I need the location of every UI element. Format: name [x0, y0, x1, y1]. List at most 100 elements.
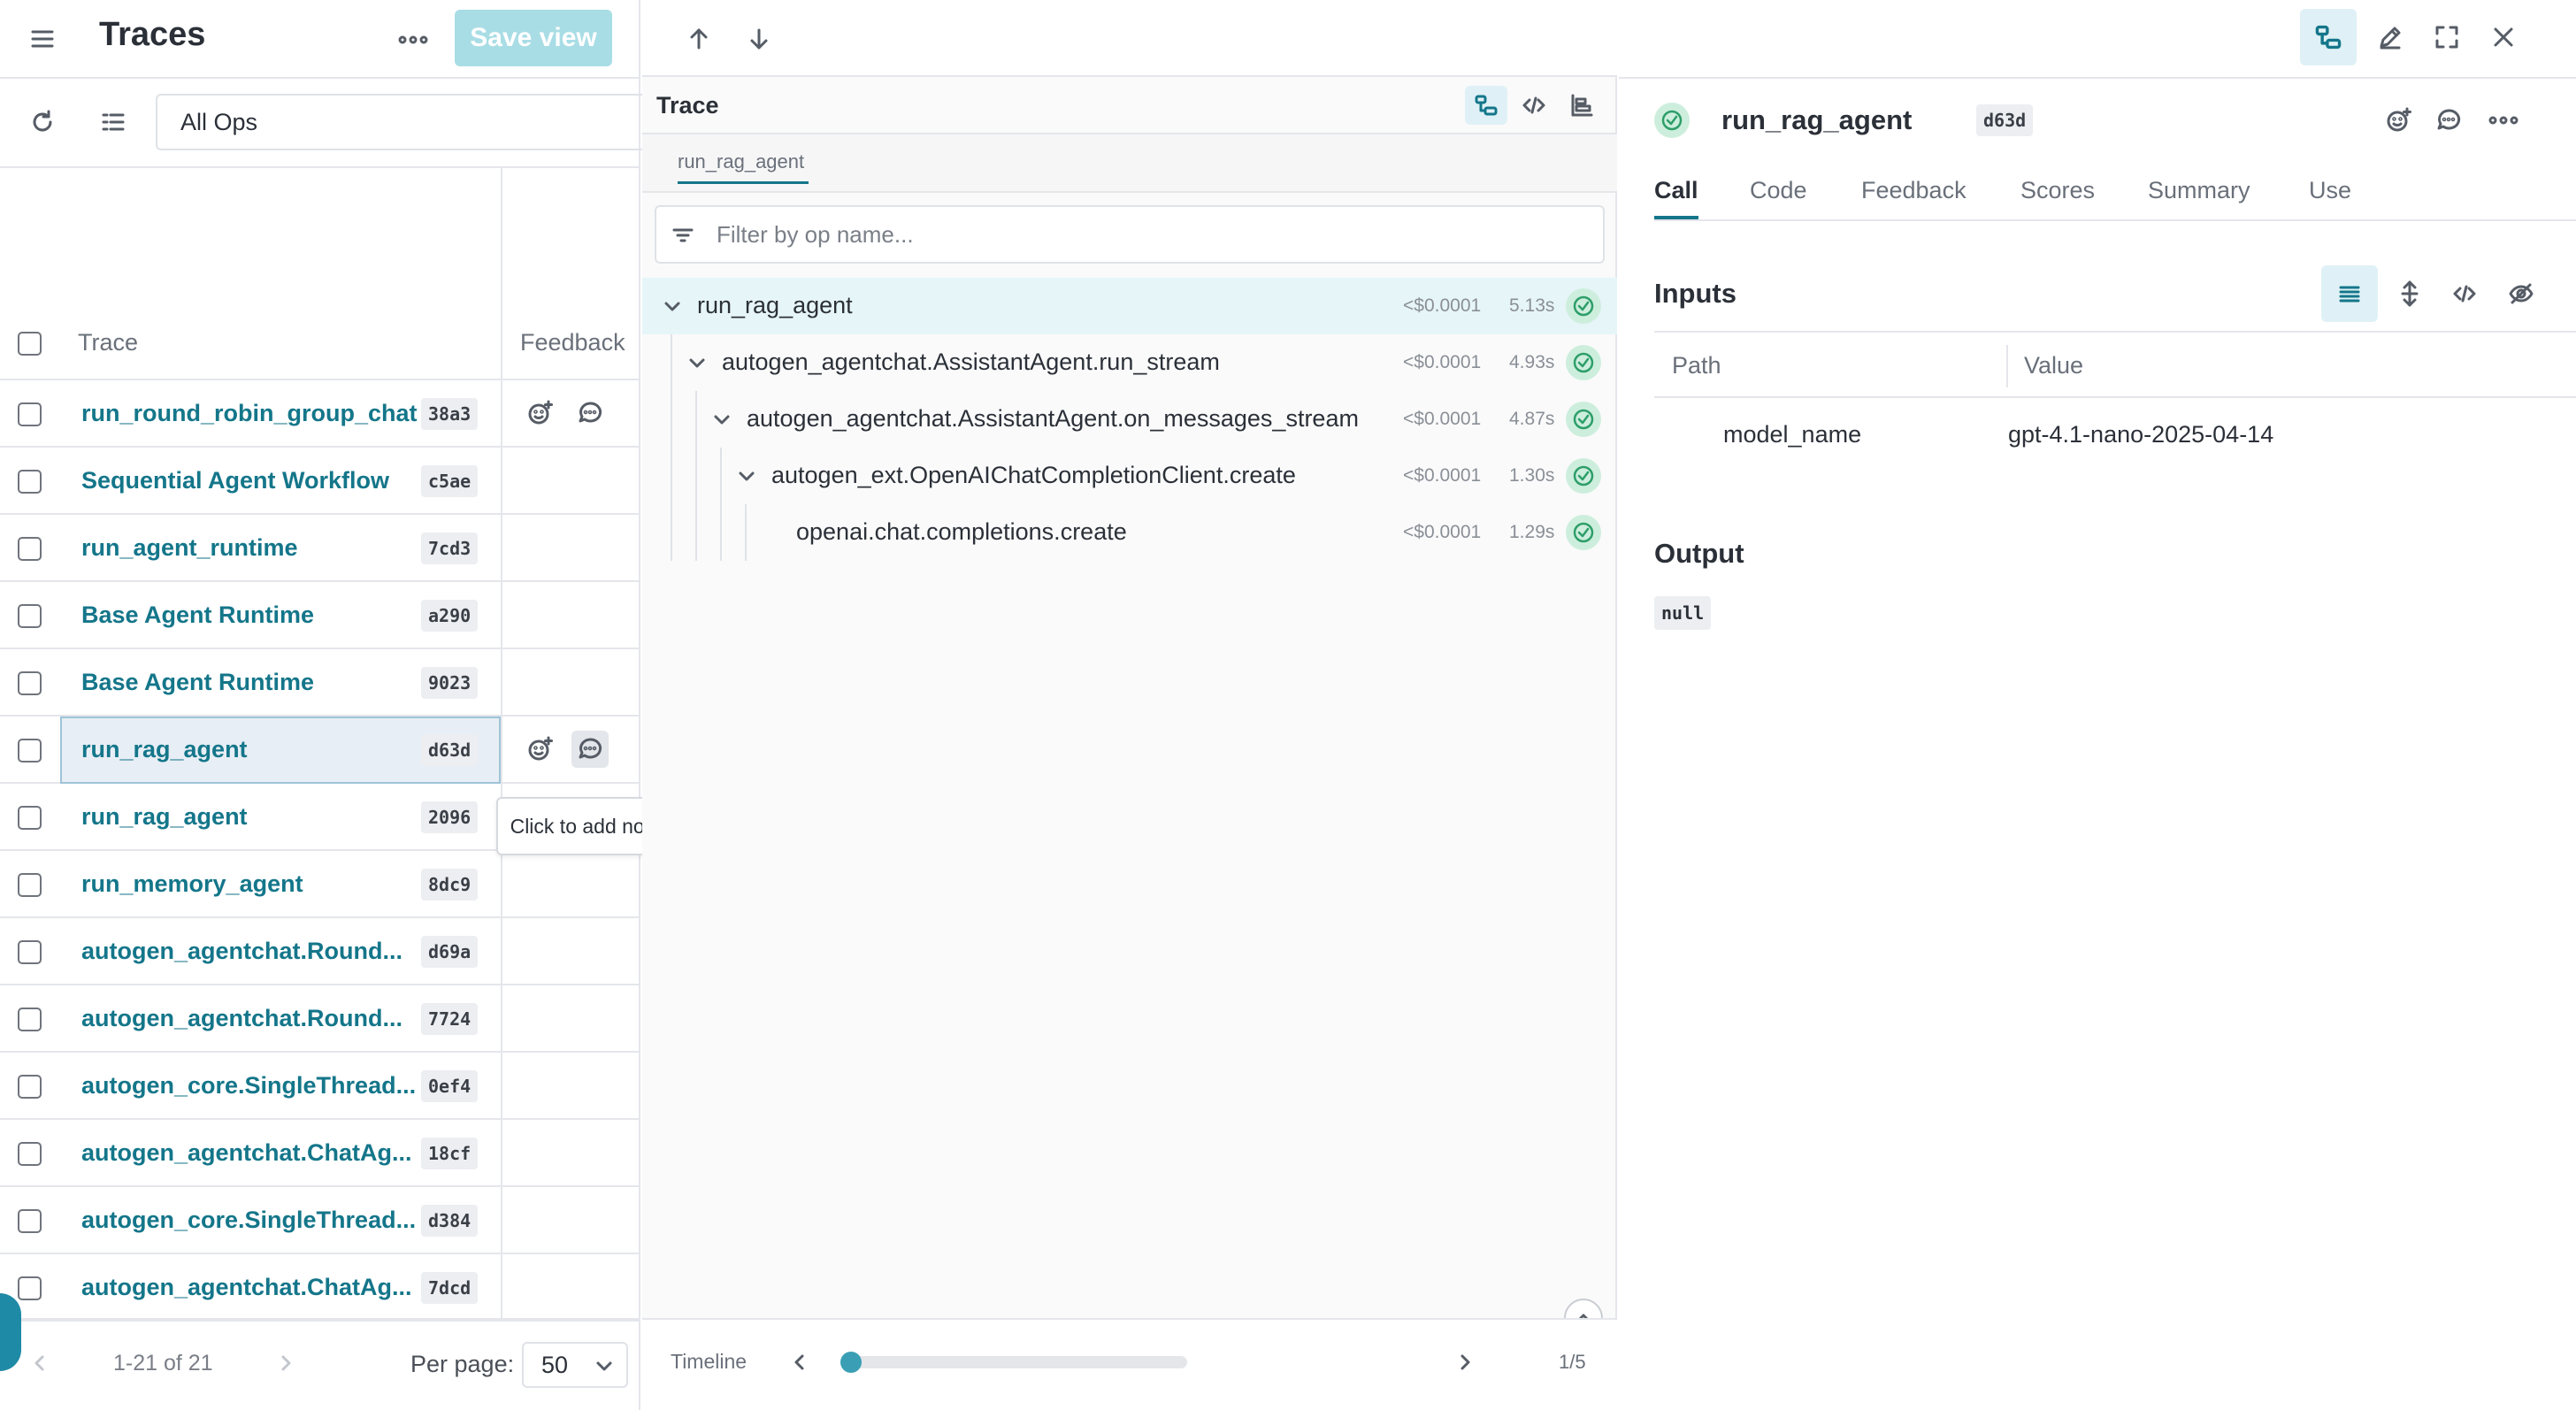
- timeline-icon[interactable]: [1562, 86, 1601, 125]
- more-horizontal-icon[interactable]: [393, 19, 433, 60]
- help-launcher-button[interactable]: [0, 1293, 21, 1371]
- note-icon[interactable]: [571, 731, 609, 768]
- trace-id-badge: 2096: [421, 801, 479, 833]
- column-header-value: Value: [2024, 352, 2084, 379]
- tab-summary[interactable]: Summary: [2148, 177, 2250, 204]
- trace-name-link[interactable]: run_rag_agent: [81, 736, 248, 763]
- chevron-left-icon[interactable]: [786, 1348, 814, 1376]
- table-row[interactable]: Sequential Agent Workflow c5ae: [0, 448, 640, 515]
- table-row[interactable]: autogen_core.SingleThread... 0ef4: [0, 1053, 640, 1120]
- trace-name-link[interactable]: run_rag_agent: [81, 803, 248, 831]
- more-horizontal-icon[interactable]: [2484, 103, 2523, 138]
- tree-indent-guide: [671, 334, 672, 561]
- chevron-down-icon[interactable]: [685, 350, 709, 375]
- trace-name-link[interactable]: autogen_agentchat.ChatAg...: [81, 1274, 412, 1301]
- chevron-down-icon[interactable]: [709, 407, 734, 432]
- chevron-down-icon[interactable]: [660, 294, 685, 318]
- chevron-down-icon[interactable]: [734, 464, 759, 488]
- columns-icon[interactable]: [94, 103, 133, 142]
- note-icon[interactable]: [571, 395, 609, 432]
- trace-tree-icon[interactable]: [1465, 86, 1507, 125]
- menu-icon[interactable]: [23, 19, 62, 58]
- row-checkbox[interactable]: [18, 470, 42, 494]
- chevron-right-icon[interactable]: [272, 1350, 299, 1376]
- trace-name-link[interactable]: run_memory_agent: [81, 870, 303, 898]
- list-view-icon[interactable]: [2321, 265, 2378, 322]
- trace-name-link[interactable]: Sequential Agent Workflow: [81, 467, 389, 494]
- emoji-add-icon[interactable]: [522, 395, 559, 432]
- row-checkbox[interactable]: [18, 1075, 42, 1099]
- timeline-slider-track[interactable]: [851, 1356, 1187, 1368]
- select-all-checkbox[interactable]: [18, 332, 42, 356]
- table-row[interactable]: run_round_robin_group_chat 38a3: [0, 380, 640, 448]
- tab-call[interactable]: Call: [1654, 177, 1698, 204]
- column-header-trace[interactable]: Trace: [78, 329, 138, 356]
- tab-run-rag-agent[interactable]: run_rag_agent: [678, 150, 804, 173]
- tab-scores[interactable]: Scores: [2020, 177, 2095, 204]
- table-row[interactable]: autogen_agentchat.Round... d69a: [0, 918, 640, 985]
- trace-tree-node[interactable]: openai.chat.completions.create <$0.0001 1.…: [642, 504, 1617, 561]
- fullscreen-icon[interactable]: [2427, 18, 2466, 57]
- trace-tree-node[interactable]: autogen_agentchat.AssistantAgent.on_mess…: [642, 391, 1617, 448]
- timeline-slider-handle[interactable]: [840, 1352, 862, 1373]
- table-row[interactable]: autogen_agentchat.ChatAg... 18cf: [0, 1120, 640, 1187]
- emoji-add-icon[interactable]: [2381, 103, 2417, 138]
- table-row[interactable]: autogen_agentchat.ChatAg... 7dcd: [0, 1254, 640, 1322]
- tab-code[interactable]: Code: [1750, 177, 1807, 204]
- row-checkbox[interactable]: [18, 1276, 42, 1300]
- row-checkbox[interactable]: [18, 537, 42, 561]
- save-view-button[interactable]: Save view: [455, 10, 612, 66]
- table-row[interactable]: autogen_agentchat.Round... 7724: [0, 985, 640, 1053]
- table-row[interactable]: run_memory_agent 8dc9: [0, 851, 640, 918]
- row-checkbox[interactable]: [18, 940, 42, 964]
- row-checkbox[interactable]: [18, 402, 42, 426]
- refresh-icon[interactable]: [23, 103, 62, 142]
- trace-name-link[interactable]: Base Agent Runtime: [81, 602, 314, 629]
- row-checkbox[interactable]: [18, 1142, 42, 1166]
- note-icon[interactable]: [2431, 103, 2466, 138]
- trace-name-link[interactable]: run_round_robin_group_chat: [81, 400, 418, 427]
- table-row[interactable]: run_agent_runtime 7cd3: [0, 515, 640, 582]
- column-header-feedback[interactable]: Feedback: [520, 329, 625, 356]
- page-title: Traces: [99, 16, 206, 53]
- expand-vertical-icon[interactable]: [2390, 274, 2429, 313]
- tab-feedback[interactable]: Feedback: [1861, 177, 1966, 204]
- trace-name-link[interactable]: autogen_core.SingleThread...: [81, 1207, 416, 1234]
- tab-use[interactable]: Use: [2309, 177, 2351, 204]
- row-checkbox[interactable]: [18, 739, 42, 762]
- per-page-select[interactable]: 50: [522, 1342, 628, 1388]
- arrow-up-icon[interactable]: [679, 19, 718, 58]
- table-row[interactable]: Base Agent Runtime a290: [0, 582, 640, 649]
- trace-name-link[interactable]: autogen_agentchat.ChatAg...: [81, 1139, 412, 1167]
- inputs-section-title: Inputs: [1654, 278, 1736, 309]
- chevron-left-icon[interactable]: [27, 1350, 53, 1376]
- row-checkbox[interactable]: [18, 806, 42, 830]
- trace-tree-node[interactable]: autogen_agentchat.AssistantAgent.run_str…: [642, 334, 1617, 391]
- row-checkbox[interactable]: [18, 671, 42, 695]
- table-row[interactable]: Base Agent Runtime 9023: [0, 649, 640, 716]
- chevron-right-icon[interactable]: [1451, 1348, 1479, 1376]
- table-row[interactable]: run_rag_agent d63d: [0, 716, 640, 784]
- code-icon[interactable]: [2445, 274, 2484, 313]
- code-icon[interactable]: [1514, 86, 1553, 125]
- trace-name-link[interactable]: autogen_agentchat.Round...: [81, 938, 402, 965]
- trace-tree-node[interactable]: autogen_ext.OpenAIChatCompletionClient.c…: [642, 448, 1617, 504]
- close-icon[interactable]: [2484, 18, 2523, 57]
- trace-tree-icon[interactable]: [2300, 9, 2357, 65]
- hide-icon[interactable]: [2502, 274, 2541, 313]
- arrow-down-icon[interactable]: [740, 19, 778, 58]
- trace-name-link[interactable]: autogen_agentchat.Round...: [81, 1005, 402, 1032]
- trace-tree-node[interactable]: run_rag_agent <$0.0001 5.13s: [642, 278, 1617, 334]
- row-checkbox[interactable]: [18, 873, 42, 897]
- row-checkbox[interactable]: [18, 1209, 42, 1233]
- row-checkbox[interactable]: [18, 604, 42, 628]
- row-checkbox[interactable]: [18, 1008, 42, 1031]
- ops-filter-select[interactable]: All Ops: [156, 94, 651, 150]
- trace-name-link[interactable]: run_agent_runtime: [81, 534, 298, 562]
- table-row[interactable]: autogen_core.SingleThread... d384: [0, 1187, 640, 1254]
- trace-name-link[interactable]: autogen_core.SingleThread...: [81, 1072, 416, 1100]
- edit-icon[interactable]: [2371, 18, 2410, 57]
- emoji-add-icon[interactable]: [522, 731, 559, 768]
- trace-name-link[interactable]: Base Agent Runtime: [81, 669, 314, 696]
- op-name-filter-input[interactable]: Filter by op name...: [655, 205, 1605, 264]
